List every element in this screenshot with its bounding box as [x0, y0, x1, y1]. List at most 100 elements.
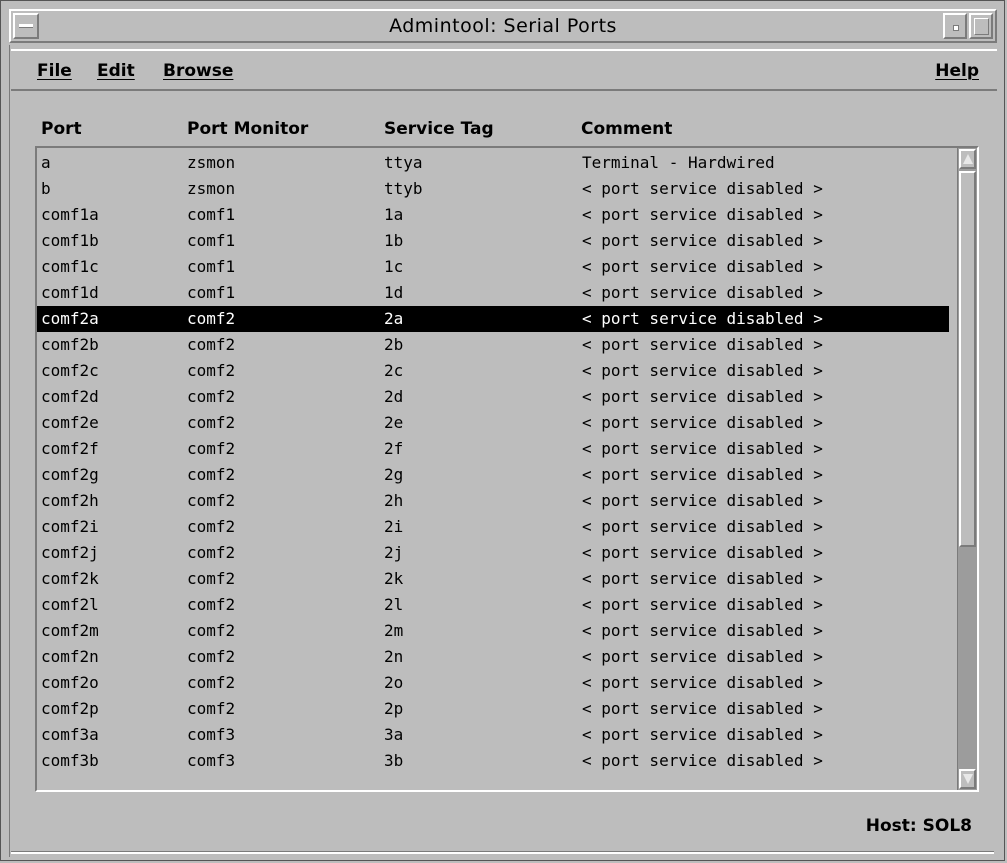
- cell-comment: < port service disabled >: [582, 465, 823, 484]
- cell-port: comf2k: [41, 569, 99, 588]
- table-row[interactable]: comf2k comf2 2k < port service disabled >: [37, 566, 949, 592]
- column-header-service-tag: Service Tag: [384, 119, 494, 139]
- table-row[interactable]: comf2n comf2 2n < port service disabled >: [37, 644, 949, 670]
- serial-ports-list[interactable]: a zsmon ttya Terminal - Hardwired b zsmon ttyb…: [35, 146, 979, 792]
- cell-service-tag: ttyb: [384, 179, 423, 198]
- cell-service-tag: 2j: [384, 543, 404, 562]
- cell-port-monitor: zsmon: [187, 153, 236, 172]
- table-row[interactable]: comf2c comf2 2c < port service disabled >: [37, 358, 949, 384]
- cell-port: comf2c: [41, 361, 99, 380]
- cell-comment: < port service disabled >: [582, 361, 823, 380]
- table-row[interactable]: comf2f comf2 2f < port service disabled >: [37, 436, 949, 462]
- table-row[interactable]: comf2j comf2 2j < port service disabled >: [37, 540, 949, 566]
- cell-comment: < port service disabled >: [582, 439, 823, 458]
- cell-service-tag: 2c: [384, 361, 404, 380]
- host-label: Host: SOL8: [865, 816, 972, 836]
- cell-port: comf2i: [41, 517, 99, 536]
- table-row[interactable]: comf2l comf2 2l < port service disabled >: [37, 592, 949, 618]
- scrollbar-thumb[interactable]: [959, 171, 976, 547]
- table-row[interactable]: comf3a comf3 3a < port service disabled >: [37, 722, 949, 748]
- table-row[interactable]: b zsmon ttyb < port service disabled >: [37, 176, 949, 202]
- cell-port: comf2f: [41, 439, 99, 458]
- cell-port-monitor: comf1: [187, 257, 236, 276]
- table-row[interactable]: comf1a comf1 1a < port service disabled >: [37, 202, 949, 228]
- table-row[interactable]: comf2p comf2 2p < port service disabled >: [37, 696, 949, 722]
- table-row[interactable]: comf1c comf1 1c < port service disabled >: [37, 254, 949, 280]
- cell-service-tag: 2o: [384, 673, 404, 692]
- arrow-up-icon: [963, 154, 973, 164]
- cell-comment: < port service disabled >: [582, 543, 823, 562]
- cell-service-tag: 2k: [384, 569, 404, 588]
- cell-port-monitor: comf2: [187, 387, 236, 406]
- table-row[interactable]: a zsmon ttya Terminal - Hardwired: [37, 150, 949, 176]
- cell-port-monitor: comf2: [187, 647, 236, 666]
- table-row[interactable]: comf2d comf2 2d < port service disabled >: [37, 384, 949, 410]
- cell-port: comf2j: [41, 543, 99, 562]
- cell-service-tag: 2e: [384, 413, 404, 432]
- cell-port-monitor: comf2: [187, 517, 236, 536]
- column-header-comment: Comment: [581, 119, 673, 139]
- menu-help[interactable]: Help: [935, 61, 979, 81]
- menu-edit[interactable]: Edit: [97, 61, 135, 81]
- menu-file[interactable]: File: [37, 61, 72, 81]
- table-row[interactable]: comf3b comf3 3b < port service disabled >: [37, 748, 949, 774]
- table-row[interactable]: comf2i comf2 2i < port service disabled >: [37, 514, 949, 540]
- cell-port: comf2p: [41, 699, 99, 718]
- cell-port: comf1c: [41, 257, 99, 276]
- table-row[interactable]: comf2m comf2 2m < port service disabled >: [37, 618, 949, 644]
- cell-port: a: [41, 153, 51, 172]
- cell-comment: < port service disabled >: [582, 699, 823, 718]
- cell-port: comf3b: [41, 751, 99, 770]
- minimize-icon: [953, 25, 959, 31]
- vertical-scrollbar[interactable]: [957, 148, 977, 790]
- cell-service-tag: 2m: [384, 621, 404, 640]
- cell-port: comf1a: [41, 205, 99, 224]
- cell-service-tag: 2d: [384, 387, 404, 406]
- scroll-up-button[interactable]: [959, 149, 976, 169]
- table-row[interactable]: comf2o comf2 2o < port service disabled >: [37, 670, 949, 696]
- cell-port-monitor: comf3: [187, 725, 236, 744]
- cell-service-tag: 2f: [384, 439, 404, 458]
- table-row[interactable]: comf1b comf1 1b < port service disabled >: [37, 228, 949, 254]
- table-row[interactable]: comf2a comf2 2a < port service disabled >: [37, 306, 949, 332]
- title-bar[interactable]: Admintool: Serial Ports: [9, 9, 997, 43]
- cell-port-monitor: comf2: [187, 309, 236, 328]
- cell-comment: < port service disabled >: [582, 413, 823, 432]
- cell-port-monitor: comf2: [187, 621, 236, 640]
- cell-comment: < port service disabled >: [582, 309, 823, 328]
- table-row[interactable]: comf2h comf2 2h < port service disabled >: [37, 488, 949, 514]
- table-row[interactable]: comf1d comf1 1d < port service disabled >: [37, 280, 949, 306]
- cell-comment: < port service disabled >: [582, 595, 823, 614]
- cell-comment: < port service disabled >: [582, 283, 823, 302]
- cell-service-tag: 2h: [384, 491, 404, 510]
- cell-service-tag: 2b: [384, 335, 404, 354]
- window-frame-bottom: [11, 851, 994, 854]
- cell-port: comf2n: [41, 647, 99, 666]
- cell-comment: < port service disabled >: [582, 387, 823, 406]
- cell-service-tag: 1d: [384, 283, 404, 302]
- cell-service-tag: 2n: [384, 647, 404, 666]
- cell-port-monitor: comf2: [187, 335, 236, 354]
- menu-browse[interactable]: Browse: [163, 61, 233, 81]
- cell-service-tag: ttya: [384, 153, 423, 172]
- table-row[interactable]: comf2g comf2 2g < port service disabled >: [37, 462, 949, 488]
- scroll-down-button[interactable]: [959, 769, 976, 789]
- cell-comment: < port service disabled >: [582, 491, 823, 510]
- list-rows: a zsmon ttya Terminal - Hardwired b zsmon ttyb…: [37, 150, 949, 774]
- cell-comment: < port service disabled >: [582, 179, 823, 198]
- cell-comment: < port service disabled >: [582, 257, 823, 276]
- cell-comment: < port service disabled >: [582, 569, 823, 588]
- cell-comment: < port service disabled >: [582, 335, 823, 354]
- table-row[interactable]: comf2b comf2 2b < port service disabled >: [37, 332, 949, 358]
- table-row[interactable]: comf2e comf2 2e < port service disabled >: [37, 410, 949, 436]
- cell-comment: < port service disabled >: [582, 517, 823, 536]
- cell-comment: < port service disabled >: [582, 205, 823, 224]
- minimize-button[interactable]: [943, 13, 967, 39]
- window-frame-edge: [9, 45, 10, 857]
- cell-port: comf3a: [41, 725, 99, 744]
- cell-service-tag: 2a: [384, 309, 404, 328]
- cell-service-tag: 3a: [384, 725, 404, 744]
- cell-comment: < port service disabled >: [582, 647, 823, 666]
- cell-port-monitor: comf1: [187, 283, 236, 302]
- maximize-button[interactable]: [969, 13, 993, 39]
